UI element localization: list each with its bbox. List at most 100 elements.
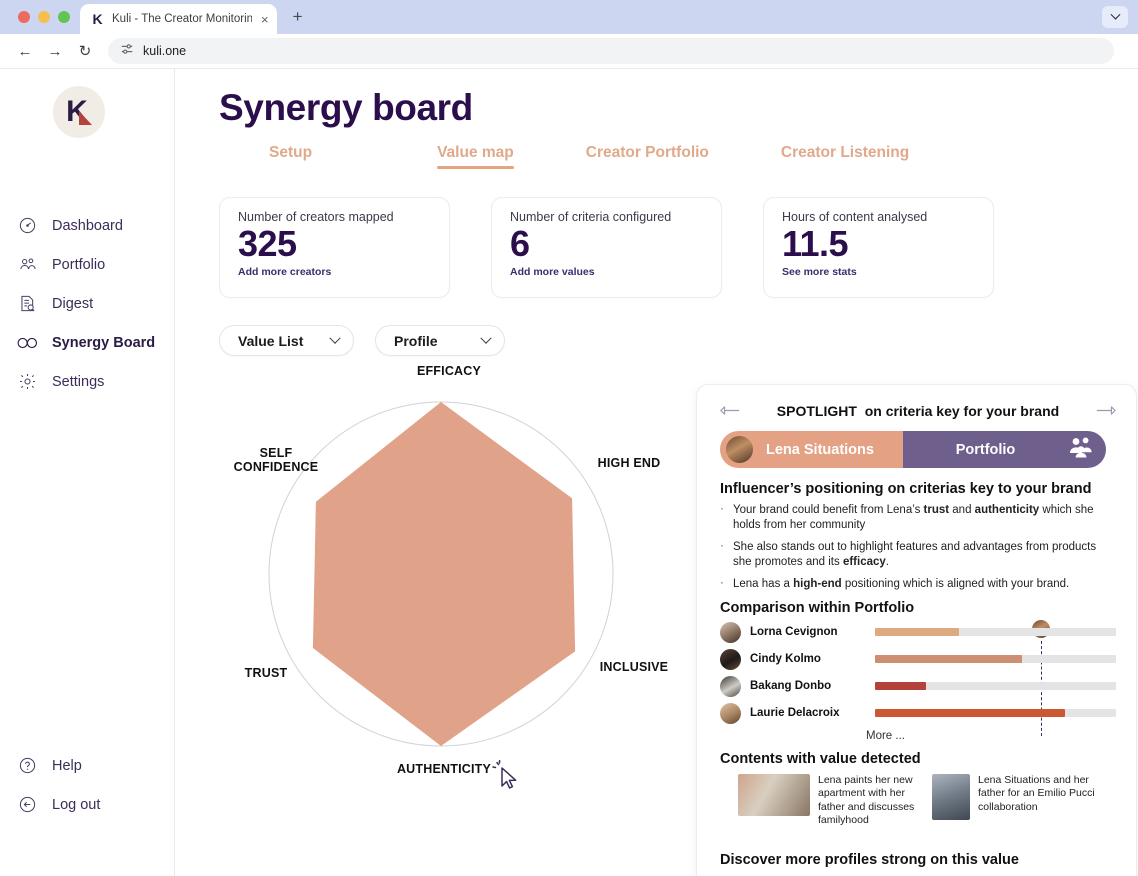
radar-axis-label-self-confidence: SELF CONFIDENCE xyxy=(233,446,319,475)
arrow-right-icon[interactable] xyxy=(1096,403,1116,420)
browser-tab[interactable]: K Kuli - The Creator Monitoring × xyxy=(80,4,277,34)
stat-card: Number of criteria configured 6 Add more… xyxy=(491,197,722,298)
stat-label: Hours of content analysed xyxy=(782,210,928,224)
content-caption: Lena Situations and her father for an Em… xyxy=(978,773,1095,813)
sidebar: K Dashboard Portfolio Digest Synergy Boa… xyxy=(0,69,175,876)
creator-name: Lorna Cevignon xyxy=(750,626,838,639)
maximize-window-button[interactable] xyxy=(58,11,70,23)
progress-track xyxy=(875,655,1116,664)
tab-setup[interactable]: Setup xyxy=(269,144,312,169)
chevron-down-icon xyxy=(329,332,341,344)
stat-action-link[interactable]: Add more values xyxy=(510,266,706,278)
bullet-text: Your brand could benefit from Lena’s tru… xyxy=(733,504,1094,531)
stat-action-link[interactable]: See more stats xyxy=(782,266,978,278)
creator-name: Laurie Delacroix xyxy=(750,707,840,720)
people-group-icon xyxy=(17,254,38,275)
address-bar[interactable]: kuli.one xyxy=(108,38,1114,64)
bullet-text: She also stands out to highlight feature… xyxy=(733,541,1097,568)
tab-creator-listening[interactable]: Creator Listening xyxy=(781,144,909,169)
progress-track xyxy=(875,709,1116,718)
sidebar-item-label: Settings xyxy=(52,373,105,390)
avatar xyxy=(720,675,741,697)
radar-axis-label-efficacy: EFFICACY xyxy=(416,364,482,378)
more-link[interactable]: More ... xyxy=(866,730,1116,742)
sidebar-item-logout[interactable]: Log out xyxy=(0,785,174,824)
favicon-icon: K xyxy=(92,10,103,27)
stat-action-link[interactable]: Add more creators xyxy=(238,266,434,278)
toggle-creator[interactable]: Lena Situations xyxy=(720,431,903,468)
contents-heading: Contents with value detected xyxy=(720,750,921,767)
sidebar-item-help[interactable]: Help xyxy=(0,746,174,785)
gauge-icon xyxy=(17,215,38,236)
close-tab-icon[interactable]: × xyxy=(261,13,269,26)
toggle-creator-label: Lena Situations xyxy=(766,441,874,458)
stat-value: 11.5 xyxy=(782,223,849,264)
minimize-window-button[interactable] xyxy=(38,11,50,23)
list-item: · Lena has a high-end positioning which … xyxy=(720,577,1116,592)
creator-portfolio-toggle: Lena Situations Portfolio xyxy=(720,431,1106,468)
comparison-chart: Lorna Cevignon Cindy Kolmo Bakang Donbo xyxy=(720,618,1116,742)
sidebar-item-label: Portfolio xyxy=(52,256,106,273)
stat-value: 325 xyxy=(238,223,297,264)
value-list-dropdown[interactable]: Value List xyxy=(219,325,354,356)
profile-dropdown-label: Profile xyxy=(394,332,438,349)
logo-circle: K xyxy=(53,86,105,138)
value-list-dropdown-label: Value List xyxy=(238,332,304,349)
list-item: · Your brand could benefit from Lena’s t… xyxy=(720,503,1116,532)
section-tabs: Setup Value map Creator Portfolio Creato… xyxy=(219,144,1138,169)
sidebar-item-digest[interactable]: Digest xyxy=(0,284,174,323)
tab-value-map[interactable]: Value map xyxy=(437,144,514,169)
app-logo[interactable]: K xyxy=(0,69,174,138)
progress-track xyxy=(875,682,1116,691)
toggle-portfolio[interactable]: Portfolio xyxy=(903,431,1106,468)
avatar xyxy=(720,621,741,643)
browser-tab-strip: K Kuli - The Creator Monitoring × + xyxy=(0,0,1138,34)
page-title: Synergy board xyxy=(219,87,473,128)
people-group-icon xyxy=(1068,436,1094,463)
discover-heading[interactable]: Discover more profiles strong on this va… xyxy=(720,852,1116,868)
filter-row: Value List Profile xyxy=(219,325,1138,356)
table-row[interactable]: Lorna Cevignon xyxy=(720,619,1116,646)
back-button[interactable]: ← xyxy=(10,36,40,66)
gear-icon xyxy=(17,371,38,392)
creator-name: Bakang Donbo xyxy=(750,680,832,693)
spotlight-panel: SPOTLIGHT on criteria key for your brand… xyxy=(696,384,1137,876)
close-window-button[interactable] xyxy=(18,11,30,23)
sidebar-item-label: Dashboard xyxy=(52,217,123,234)
sidebar-item-portfolio[interactable]: Portfolio xyxy=(0,245,174,284)
list-item: · She also stands out to highlight featu… xyxy=(720,540,1116,569)
list-item[interactable]: Lena paints her new apartment with her f… xyxy=(738,773,918,828)
logout-circle-icon xyxy=(17,794,38,815)
question-circle-icon xyxy=(17,755,38,776)
progress-fill xyxy=(875,709,1066,718)
avatar xyxy=(720,702,741,724)
infinity-icon xyxy=(17,332,38,353)
table-row[interactable]: Laurie Delacroix xyxy=(720,700,1116,727)
new-tab-button[interactable]: + xyxy=(293,8,303,34)
sidebar-item-dashboard[interactable]: Dashboard xyxy=(0,206,174,245)
stat-card: Hours of content analysed 11.5 See more … xyxy=(763,197,994,298)
spotlight-header: SPOTLIGHT on criteria key for your brand xyxy=(720,397,1116,425)
arrow-left-icon[interactable] xyxy=(720,403,740,420)
table-row[interactable]: Cindy Kolmo xyxy=(720,646,1116,673)
reload-button[interactable]: ↻ xyxy=(70,36,100,66)
window-controls xyxy=(0,11,70,34)
table-row[interactable]: Bakang Donbo xyxy=(720,673,1116,700)
stat-card-row: Number of creators mapped 325 Add more c… xyxy=(219,197,1138,298)
chevron-down-icon xyxy=(1110,9,1120,20)
radar-chart[interactable]: EFFICACY HIGH END INCLUSIVE AUTHENTICITY… xyxy=(219,364,739,804)
site-settings-icon[interactable] xyxy=(120,42,134,61)
comparison-heading: Comparison within Portfolio xyxy=(720,599,915,616)
sidebar-item-synergy-board[interactable]: Synergy Board xyxy=(0,323,174,362)
bullet-dot-icon: · xyxy=(720,577,724,590)
document-search-icon xyxy=(17,293,38,314)
chevron-down-icon xyxy=(480,332,492,344)
tab-creator-portfolio[interactable]: Creator Portfolio xyxy=(586,144,709,169)
radar-axis-label-trust: TRUST xyxy=(244,666,288,680)
sidebar-item-settings[interactable]: Settings xyxy=(0,362,174,401)
profile-dropdown[interactable]: Profile xyxy=(375,325,505,356)
list-item[interactable]: Lena Situations and her father for an Em… xyxy=(932,773,1112,828)
progress-fill xyxy=(875,682,926,691)
tab-list-button[interactable] xyxy=(1102,6,1128,28)
forward-button[interactable]: → xyxy=(40,36,70,66)
